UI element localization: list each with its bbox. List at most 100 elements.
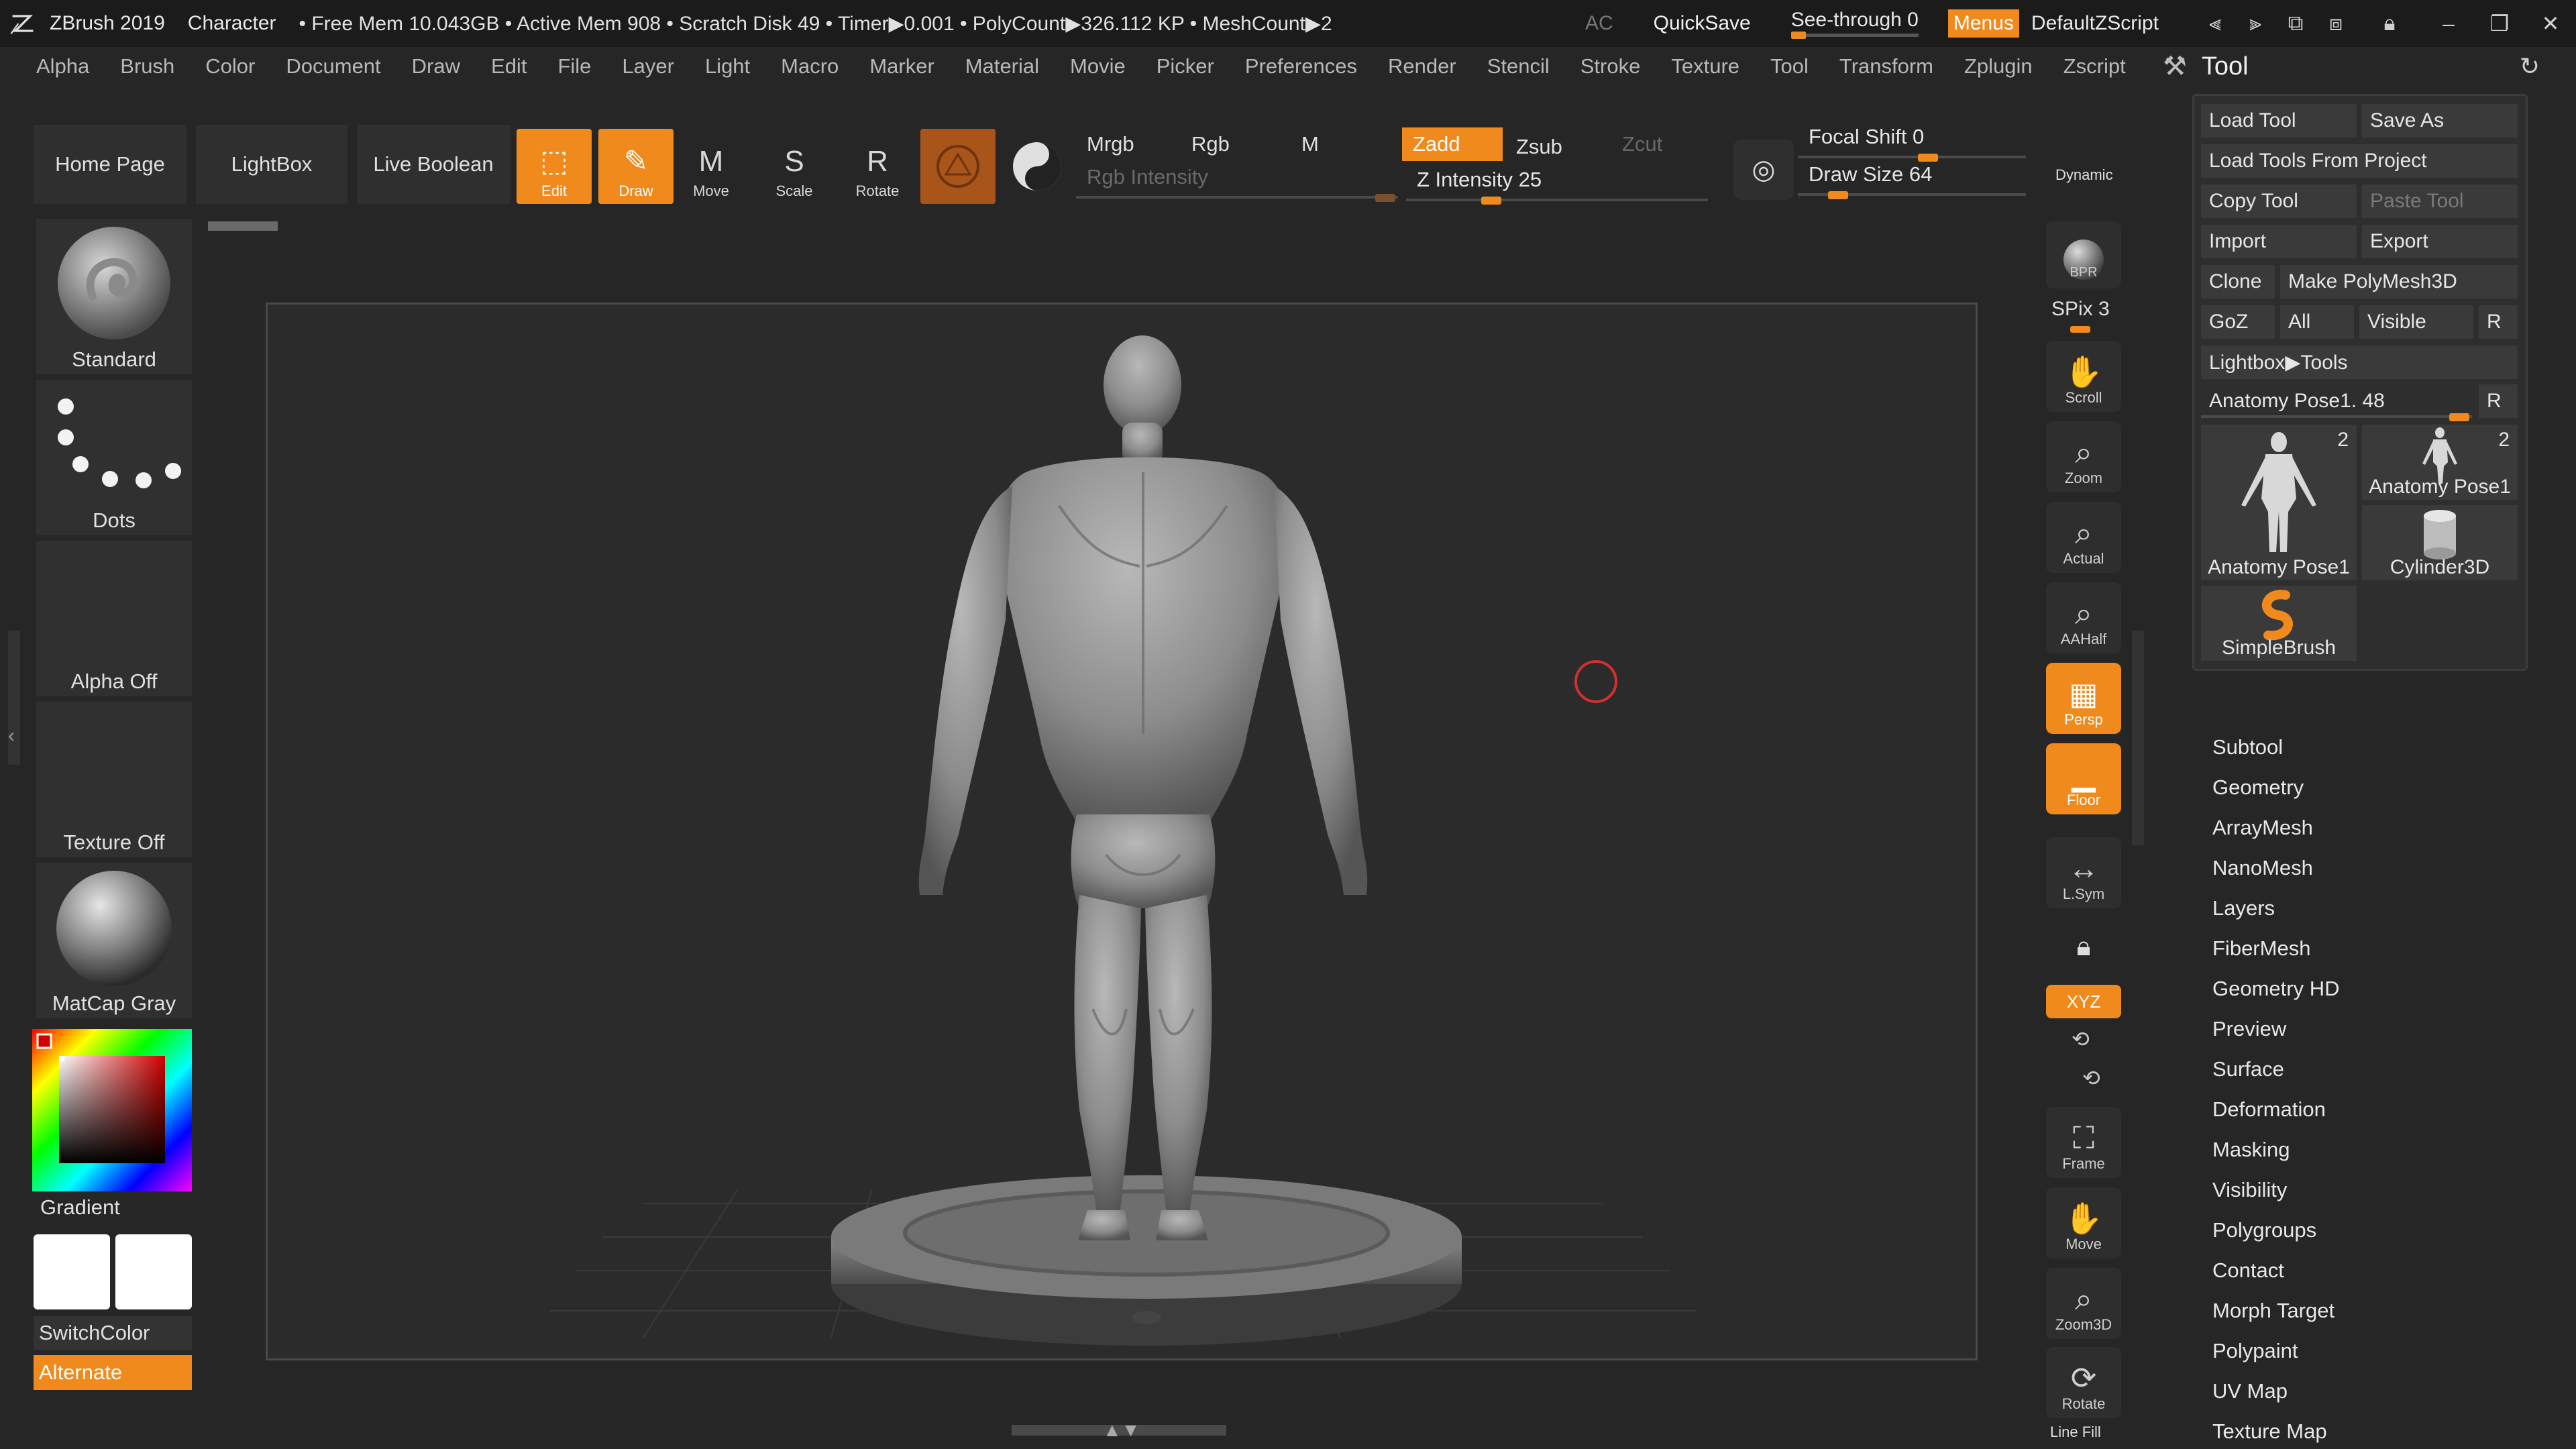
lightbox-tools-button[interactable]: Lightbox▶Tools bbox=[2201, 345, 2518, 379]
default-zscript-button[interactable]: DefaultZScript bbox=[2031, 12, 2159, 35]
subpalette-visibility[interactable]: Visibility bbox=[2212, 1178, 2287, 1202]
document-canvas[interactable] bbox=[266, 303, 1978, 1360]
palette-layout-icon[interactable]: ⧈ bbox=[2316, 0, 2356, 47]
menu-alpha[interactable]: Alpha bbox=[5, 54, 105, 78]
texture-slot[interactable]: Texture Off bbox=[36, 702, 192, 857]
menu-color[interactable]: Color bbox=[190, 54, 270, 78]
menu-material[interactable]: Material bbox=[950, 54, 1055, 78]
aahalf-nav-button[interactable]: ⌕ AAHalf bbox=[2046, 582, 2121, 653]
spix-slider[interactable]: SPix 3 bbox=[2051, 298, 2110, 321]
goz-all-button[interactable]: All bbox=[2280, 305, 2354, 339]
local-transform-lock-icon[interactable]: 🔒︎ bbox=[2046, 923, 2121, 970]
menu-edit[interactable]: Edit bbox=[476, 54, 542, 78]
subpalette-morph-target[interactable]: Morph Target bbox=[2212, 1299, 2334, 1323]
spix-knob[interactable] bbox=[2070, 326, 2090, 333]
goz-visible-button[interactable]: Visible bbox=[2359, 305, 2473, 339]
subpalette-texture-map[interactable]: Texture Map bbox=[2212, 1419, 2327, 1444]
menu-brush[interactable]: Brush bbox=[105, 54, 190, 78]
restore-icon[interactable]: ❐ bbox=[2474, 0, 2525, 47]
see-through-slider[interactable]: See-through 0 bbox=[1790, 9, 1919, 39]
edit-tool-button[interactable]: ⬚ Edit bbox=[517, 129, 592, 204]
layout-right-icon[interactable]: ⫸ bbox=[2235, 0, 2275, 47]
subpalette-arraymesh[interactable]: ArrayMesh bbox=[2212, 816, 2313, 840]
menu-picker[interactable]: Picker bbox=[1141, 54, 1230, 78]
minimize-icon[interactable]: – bbox=[2423, 0, 2474, 47]
line-fill-button[interactable]: Line Fill bbox=[2050, 1424, 2101, 1441]
menu-transform[interactable]: Transform bbox=[1824, 54, 1949, 78]
rgb-button[interactable]: Rgb bbox=[1181, 127, 1268, 161]
refresh-icon[interactable]: ↻ bbox=[2520, 47, 2540, 86]
ui-layout-icon[interactable]: ⧉ bbox=[2275, 0, 2316, 47]
subpalette-nanomesh[interactable]: NanoMesh bbox=[2212, 856, 2313, 880]
move-tool-button[interactable]: M Move bbox=[674, 129, 749, 204]
xyz-rotation-toggle[interactable]: XYZ bbox=[2046, 985, 2121, 1018]
tool-thumb-anatomy-pose-large[interactable]: 2 Anatomy Pose1 bbox=[2201, 425, 2357, 580]
import-button[interactable]: Import bbox=[2201, 225, 2357, 258]
lightbox-tab[interactable]: LightBox bbox=[196, 125, 347, 204]
subpalette-fibermesh[interactable]: FiberMesh bbox=[2212, 936, 2310, 961]
subpalette-geometry[interactable]: Geometry bbox=[2212, 775, 2304, 800]
m-button[interactable]: M bbox=[1291, 127, 1378, 161]
tool-thumb-simplebrush[interactable]: SimpleBrush bbox=[2201, 586, 2357, 661]
rotate-nav-button[interactable]: ⟳ Rotate bbox=[2046, 1347, 2121, 1418]
subpalette-preview[interactable]: Preview bbox=[2212, 1017, 2286, 1041]
lsym-nav-button[interactable]: ↔ L.Sym bbox=[2046, 837, 2121, 908]
subpalette-uv-map[interactable]: UV Map bbox=[2212, 1379, 2288, 1403]
dynamic-toggle[interactable]: Dynamic bbox=[2055, 166, 2113, 184]
zsub-button[interactable]: Zsub bbox=[1505, 130, 1606, 164]
ac-button[interactable]: AC bbox=[1585, 12, 1613, 35]
current-tool-slider[interactable]: Anatomy Pose1. 48 bbox=[2201, 383, 2472, 421]
current-tool-r-button[interactable]: R bbox=[2479, 384, 2518, 418]
scale-tool-button[interactable]: S Scale bbox=[757, 129, 832, 204]
load-tool-button[interactable]: Load Tool bbox=[2201, 104, 2357, 138]
left-tray-arrow-icon[interactable]: ‹ bbox=[8, 724, 15, 747]
draw-tool-button[interactable]: ✎ Draw bbox=[598, 129, 674, 204]
menu-tool[interactable]: Tool bbox=[1755, 54, 1824, 78]
switchcolor-button[interactable]: SwitchColor bbox=[34, 1316, 192, 1350]
menu-marker[interactable]: Marker bbox=[854, 54, 949, 78]
subpalette-layers[interactable]: Layers bbox=[2212, 896, 2275, 920]
menu-macro[interactable]: Macro bbox=[765, 54, 854, 78]
scroll-nav-button[interactable]: ✋ Scroll bbox=[2046, 341, 2121, 412]
secondary-color-swatch[interactable] bbox=[115, 1234, 192, 1309]
stroke-slot[interactable]: Dots bbox=[36, 380, 192, 535]
menus-toggle[interactable]: Menus bbox=[1947, 9, 2019, 38]
y-rotation-icon[interactable]: ⟲ bbox=[2072, 1026, 2090, 1052]
lazy-mouse-button[interactable]: ◎ bbox=[1733, 140, 1794, 200]
lock-icon[interactable]: 🔒︎ bbox=[2356, 0, 2423, 47]
draw-size-slider[interactable]: Draw Size 64 bbox=[1798, 162, 2026, 199]
canvas-scroll-indicator[interactable] bbox=[208, 221, 278, 231]
subpalette-polygroups[interactable]: Polygroups bbox=[2212, 1218, 2316, 1242]
color-picker[interactable] bbox=[32, 1029, 192, 1191]
subpalette-masking[interactable]: Masking bbox=[2212, 1138, 2290, 1162]
save-as-button[interactable]: Save As bbox=[2362, 104, 2518, 138]
mrgb-button[interactable]: Mrgb bbox=[1076, 127, 1173, 161]
home-page-tab[interactable]: Home Page bbox=[34, 125, 186, 204]
focal-shift-slider[interactable]: Focal Shift 0 bbox=[1798, 125, 2026, 162]
subpalette-geometry-hd[interactable]: Geometry HD bbox=[2212, 977, 2339, 1001]
z-intensity-slider[interactable]: Z Intensity 25 bbox=[1406, 168, 1708, 205]
menu-stencil[interactable]: Stencil bbox=[1472, 54, 1565, 78]
menu-document[interactable]: Document bbox=[270, 54, 396, 78]
clone-button[interactable]: Clone bbox=[2201, 265, 2275, 299]
copy-tool-button[interactable]: Copy Tool bbox=[2201, 184, 2357, 218]
3d-viewport[interactable] bbox=[268, 305, 1976, 1358]
tool-palette-header[interactable]: ⚒ Tool bbox=[2149, 47, 2249, 86]
bpr-button[interactable]: BPR bbox=[2046, 221, 2121, 288]
edit-material-button[interactable] bbox=[920, 129, 996, 204]
rotate-tool-button[interactable]: R Rotate bbox=[840, 129, 915, 204]
close-icon[interactable]: ✕ bbox=[2525, 0, 2576, 47]
alternate-button[interactable]: Alternate bbox=[34, 1355, 192, 1390]
export-button[interactable]: Export bbox=[2362, 225, 2518, 258]
move-nav-button[interactable]: ✋ Move bbox=[2046, 1187, 2121, 1258]
subpalette-subtool[interactable]: Subtool bbox=[2212, 735, 2283, 759]
brush-slot[interactable]: Standard bbox=[36, 219, 192, 374]
persp-nav-button[interactable]: ▦ Persp bbox=[2046, 663, 2121, 734]
subpalette-deformation[interactable]: Deformation bbox=[2212, 1097, 2326, 1122]
subpalette-polypaint[interactable]: Polypaint bbox=[2212, 1339, 2298, 1363]
quicksave-button[interactable]: QuickSave bbox=[1654, 12, 1751, 35]
menu-zscript[interactable]: Zscript bbox=[2048, 54, 2141, 78]
zoom-nav-button[interactable]: ⌕ Zoom bbox=[2046, 421, 2121, 492]
color-mode-button[interactable] bbox=[1000, 129, 1075, 204]
menu-zplugin[interactable]: Zplugin bbox=[1949, 54, 2048, 78]
